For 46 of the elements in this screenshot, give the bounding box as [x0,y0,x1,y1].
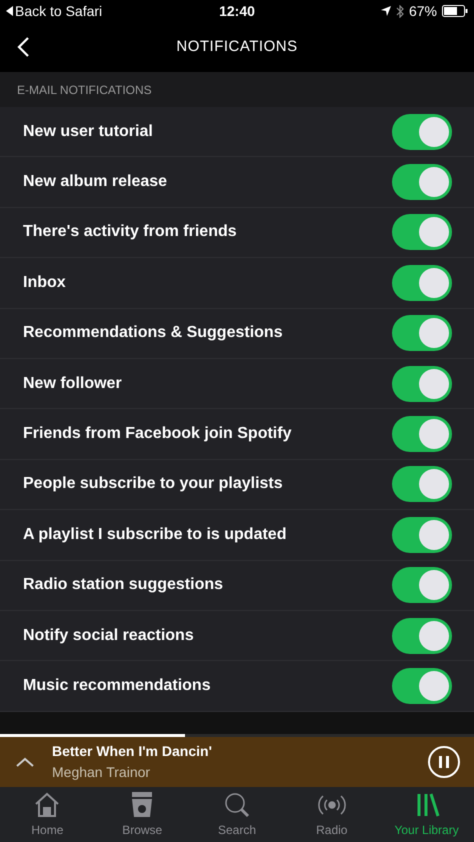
back-button[interactable] [16,36,30,58]
setting-label: Friends from Facebook join Spotify [23,424,292,444]
toggle-switch[interactable] [392,366,452,402]
tab-button[interactable]: Browse [94,787,190,842]
tab-button[interactable]: Search [190,787,284,842]
setting-label: New album release [23,172,168,192]
chevron-up-icon [16,757,34,767]
location-icon [380,6,391,16]
setting-label: People subscribe to your playlists [23,474,283,494]
tab-button[interactable]: Radio [284,787,380,842]
setting-label: New user tutorial [23,122,153,142]
tab-button[interactable]: Your Library [379,787,474,842]
tab-button[interactable]: Home [0,787,95,842]
toggle-switch[interactable] [392,164,452,200]
bluetooth-icon [396,4,404,18]
setting-label: Notify social reactions [23,626,194,646]
setting-label: A playlist I subscribe to is updated [23,524,286,545]
artist-name: Meghan Trainor [52,763,152,782]
expand-button[interactable] [16,757,34,767]
battery-icon [442,5,468,17]
toggle-switch[interactable] [392,416,452,452]
track-title: Better When I'm Dancin' [52,742,213,761]
toggle-switch[interactable] [392,668,452,704]
toggle-switch[interactable] [392,466,452,502]
back-triangle-icon [6,6,13,16]
setting-label: There's activity from friends [23,222,237,242]
setting-label: Inbox [23,272,66,293]
page-title: NOTIFICATIONS [176,36,298,57]
setting-label: New follower [23,374,122,394]
toggle-switch[interactable] [392,264,452,301]
chevron-left-icon [16,36,30,58]
setting-label: Radio station suggestions [23,575,224,596]
battery-percent: 67% [408,2,437,20]
setting-label: Recommendations & Suggestions [23,323,283,344]
toggle-switch[interactable] [392,516,452,553]
toggle-switch[interactable] [392,214,452,250]
toggle-switch[interactable] [392,567,452,604]
toggle-switch[interactable] [392,618,452,654]
toggle-switch[interactable] [392,114,452,150]
back-to-safari-link[interactable]: Back to Safari [15,0,102,22]
pause-button[interactable] [428,746,460,778]
pause-icon [439,756,449,768]
section-header: E-MAIL NOTIFICATIONS [17,82,152,98]
toggle-switch[interactable] [392,315,452,352]
clock: 12:40 [219,2,255,20]
setting-label: Music recommendations [23,676,211,696]
